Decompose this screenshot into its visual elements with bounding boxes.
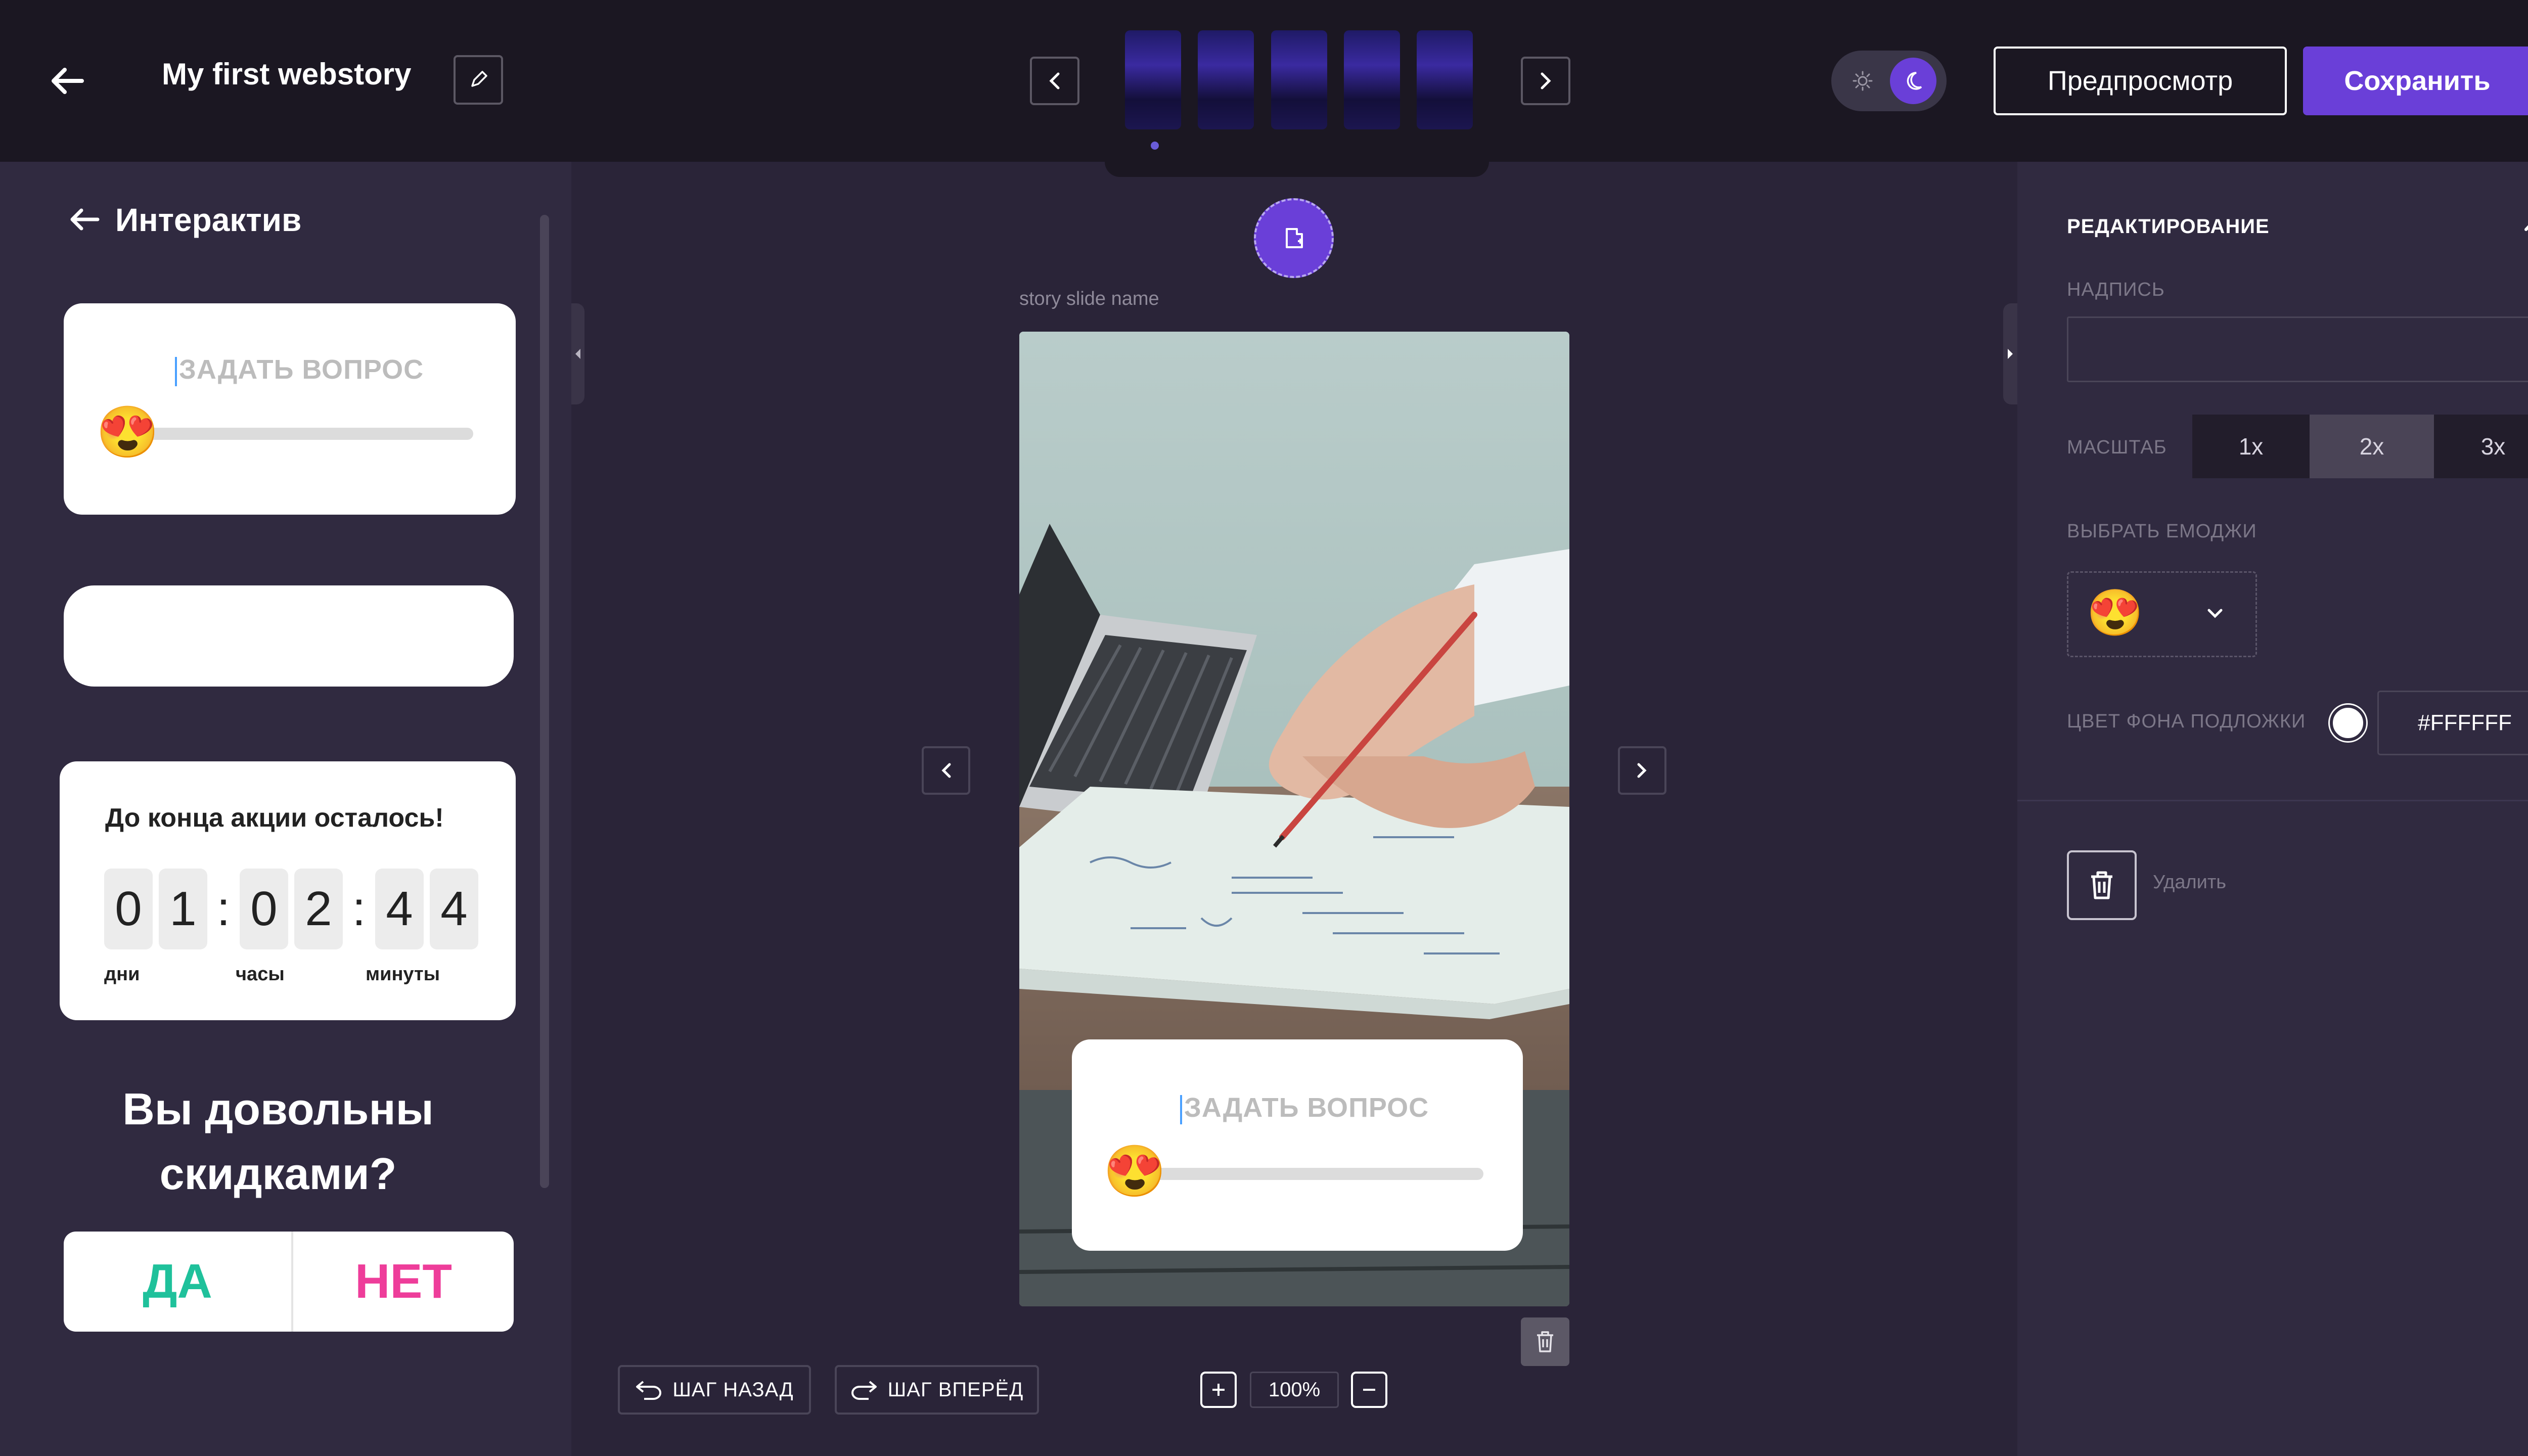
slide-slider-track — [1132, 1168, 1483, 1180]
delete-slide-button[interactable] — [1521, 1317, 1569, 1366]
undo-button[interactable]: ШАГ НАЗАД — [618, 1365, 811, 1415]
theme-toggle[interactable] — [1831, 51, 1947, 111]
slide-name: story slide name — [1019, 288, 1159, 309]
story-slide[interactable]: ЗАДАТЬ ВОПРОС 😍 — [1019, 332, 1569, 1306]
caption-input[interactable] — [2067, 316, 2528, 382]
pencil-icon — [468, 70, 488, 90]
slide-slider-emoji-handle: 😍 — [1103, 1143, 1166, 1200]
redo-icon — [850, 1380, 878, 1400]
bg-color-swatch[interactable] — [2330, 705, 2366, 741]
slide-thumbnail[interactable] — [1271, 30, 1327, 129]
panel-scrollbar[interactable] — [540, 215, 549, 1188]
scale-option-2x[interactable]: 2x — [2310, 415, 2434, 478]
slider-emoji-handle: 😍 — [96, 404, 159, 461]
panel-back-arrow-icon[interactable] — [68, 207, 100, 232]
collapse-left-icon — [574, 348, 581, 360]
preview-button[interactable]: Предпросмотр — [1994, 47, 2287, 115]
delete-label: Удалить — [2153, 872, 2227, 893]
section-divider — [2017, 800, 2528, 801]
panel-title: Интерактив — [115, 202, 302, 238]
caption-label: НАДПИСЬ — [2067, 279, 2165, 300]
collapse-right-icon — [2007, 348, 2014, 360]
scale-option-3x[interactable]: 3x — [2434, 415, 2528, 478]
sun-icon — [1852, 70, 1874, 92]
plus-icon — [1209, 1381, 1228, 1399]
slide-thumbnail[interactable] — [1344, 30, 1400, 129]
collapse-right-panel-button[interactable] — [2003, 303, 2017, 404]
separator: : — [352, 882, 366, 936]
zoom-level: 100% — [1250, 1372, 1339, 1408]
scale-option-1x[interactable]: 1x — [2192, 415, 2310, 478]
slider-question-placeholder: ЗАДАТЬ ВОПРОС — [175, 354, 424, 386]
days-label: дни — [104, 964, 140, 985]
undo-icon — [635, 1380, 662, 1400]
bg-color-label: ЦВЕТ ФОНА ПОДЛОЖКИ — [2067, 711, 2306, 732]
digit: 1 — [159, 869, 207, 949]
active-slide-indicator — [1151, 142, 1159, 150]
digit: 4 — [375, 869, 424, 949]
digit: 4 — [430, 869, 478, 949]
slide-slider-question-placeholder: ЗАДАТЬ ВОПРОС — [1180, 1092, 1429, 1124]
chevron-left-icon — [939, 761, 953, 780]
zoom-in-button[interactable] — [1200, 1372, 1237, 1408]
slide-thumbnail[interactable] — [1198, 30, 1254, 129]
digit: 2 — [294, 869, 343, 949]
slide-emoji-slider[interactable]: ЗАДАТЬ ВОПРОС 😍 — [1072, 1039, 1523, 1251]
emoji-slider-widget[interactable]: ЗАДАТЬ ВОПРОС 😍 — [64, 303, 516, 515]
trash-icon — [1535, 1330, 1555, 1353]
chevron-right-icon — [1538, 71, 1553, 91]
moon-icon — [1890, 58, 1936, 104]
emoji-select[interactable]: 😍 — [2067, 571, 2257, 657]
slide-thumbnail[interactable] — [1417, 30, 1473, 129]
countdown-digits: 0 1 : 0 2 : 4 4 — [104, 869, 478, 949]
redo-label: ШАГ ВПЕРЁД — [887, 1378, 1024, 1401]
separator: : — [216, 882, 231, 936]
selected-emoji: 😍 — [2087, 588, 2144, 639]
poll-question[interactable]: Вы довольны скидками? — [81, 1077, 475, 1206]
minutes-label: минуты — [366, 964, 440, 985]
delete-element-button[interactable] — [2067, 850, 2137, 920]
edit-panel: РЕДАКТИРОВАНИЕ НАДПИСЬ МАСШТАБ 1x 2x 3x … — [2017, 162, 2528, 1456]
collapse-section-button[interactable] — [2523, 214, 2528, 233]
minus-icon — [1360, 1381, 1378, 1399]
poll-yes-option[interactable]: ДА — [64, 1232, 293, 1332]
undo-label: ШАГ НАЗАД — [672, 1378, 794, 1401]
save-button[interactable]: Сохранить — [2303, 47, 2528, 115]
canvas-next-button[interactable] — [1618, 746, 1666, 795]
scale-selector: 1x 2x 3x — [2192, 415, 2528, 478]
hours-label: часы — [236, 964, 285, 985]
top-bar: My first webstory Предпросмотр Сохранить — [0, 0, 2528, 177]
collapse-left-panel-button[interactable] — [571, 303, 584, 404]
edit-title-button[interactable] — [454, 55, 503, 105]
prev-slide-button[interactable] — [1030, 57, 1079, 105]
digit: 0 — [240, 869, 288, 949]
emoji-label: ВЫБРАТЬ ЕМОДЖИ — [2067, 521, 2257, 542]
chevron-left-icon — [1047, 71, 1062, 91]
add-slide-icon — [1282, 226, 1306, 250]
digit: 0 — [104, 869, 153, 949]
zoom-out-button[interactable] — [1351, 1372, 1387, 1408]
trash-icon — [2088, 870, 2115, 901]
bg-color-input[interactable]: #FFFFFF — [2377, 691, 2528, 755]
countdown-title: До конца акции осталось! — [105, 803, 444, 833]
canvas-prev-button[interactable] — [922, 746, 970, 795]
chevron-right-icon — [1636, 761, 1649, 780]
next-slide-button[interactable] — [1521, 57, 1570, 105]
story-title: My first webstory — [162, 57, 412, 91]
chevron-up-icon — [2523, 214, 2528, 233]
redo-button[interactable]: ШАГ ВПЕРЁД — [835, 1365, 1039, 1415]
poll-widget[interactable]: ДА НЕТ — [64, 1232, 514, 1332]
poll-no-option[interactable]: НЕТ — [293, 1232, 514, 1332]
scale-label: МАСШТАБ — [2067, 437, 2167, 458]
interactive-panel: Интерактив ЗАДАТЬ ВОПРОС 😍 До конца акци… — [0, 162, 571, 1456]
countdown-widget[interactable]: До конца акции осталось! 0 1 : 0 2 : 4 4… — [60, 761, 516, 1020]
back-arrow-icon[interactable] — [49, 66, 85, 96]
slide-thumbnail[interactable] — [1125, 30, 1181, 129]
section-title: РЕДАКТИРОВАНИЕ — [2067, 215, 2270, 238]
chevron-down-icon — [2205, 606, 2225, 620]
question-widget[interactable] — [64, 585, 514, 687]
add-slide-button[interactable] — [1254, 198, 1334, 278]
slider-track — [124, 428, 473, 440]
